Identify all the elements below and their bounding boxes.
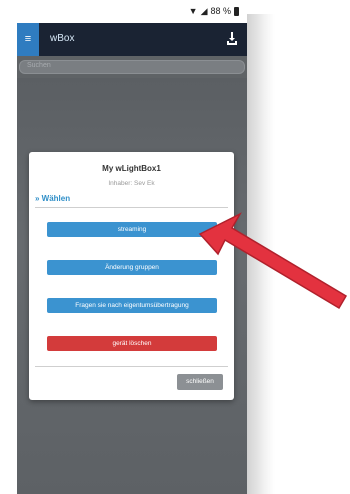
dialog-owner: Inhaber: Sev Ek	[108, 180, 155, 187]
close-button[interactable]: schließen	[177, 374, 223, 390]
menu-button[interactable]: ≡	[17, 23, 39, 56]
app-title: wBox	[50, 33, 75, 44]
transfer-ownership-button[interactable]: Fragen sie nach eigentumsübertragung	[47, 298, 217, 313]
delete-device-button[interactable]: gerät löschen	[47, 336, 217, 351]
choose-heading: » Wählen	[35, 194, 71, 203]
divider-top	[35, 207, 228, 208]
pointer-arrow-icon	[198, 212, 348, 310]
dialog-title: My wLightBox1	[102, 164, 161, 173]
search-placeholder: Suchen	[27, 62, 51, 69]
wifi-icon: ▼	[188, 6, 198, 16]
streaming-button[interactable]: streaming	[47, 222, 217, 237]
divider-bottom	[35, 366, 228, 367]
change-group-button[interactable]: Änderung gruppen	[47, 260, 217, 275]
battery-icon	[234, 6, 239, 16]
search-input[interactable]: Suchen	[19, 60, 245, 74]
battery-percent: 88 %	[210, 6, 231, 16]
signal-icon: ◢	[200, 6, 208, 16]
app-bar: ≡ wBox	[17, 23, 247, 56]
download-icon[interactable]	[227, 32, 237, 45]
status-bar: ▼ ◢ 88 %	[17, 0, 247, 23]
status-icons: ▼ ◢ 88 %	[189, 6, 239, 16]
